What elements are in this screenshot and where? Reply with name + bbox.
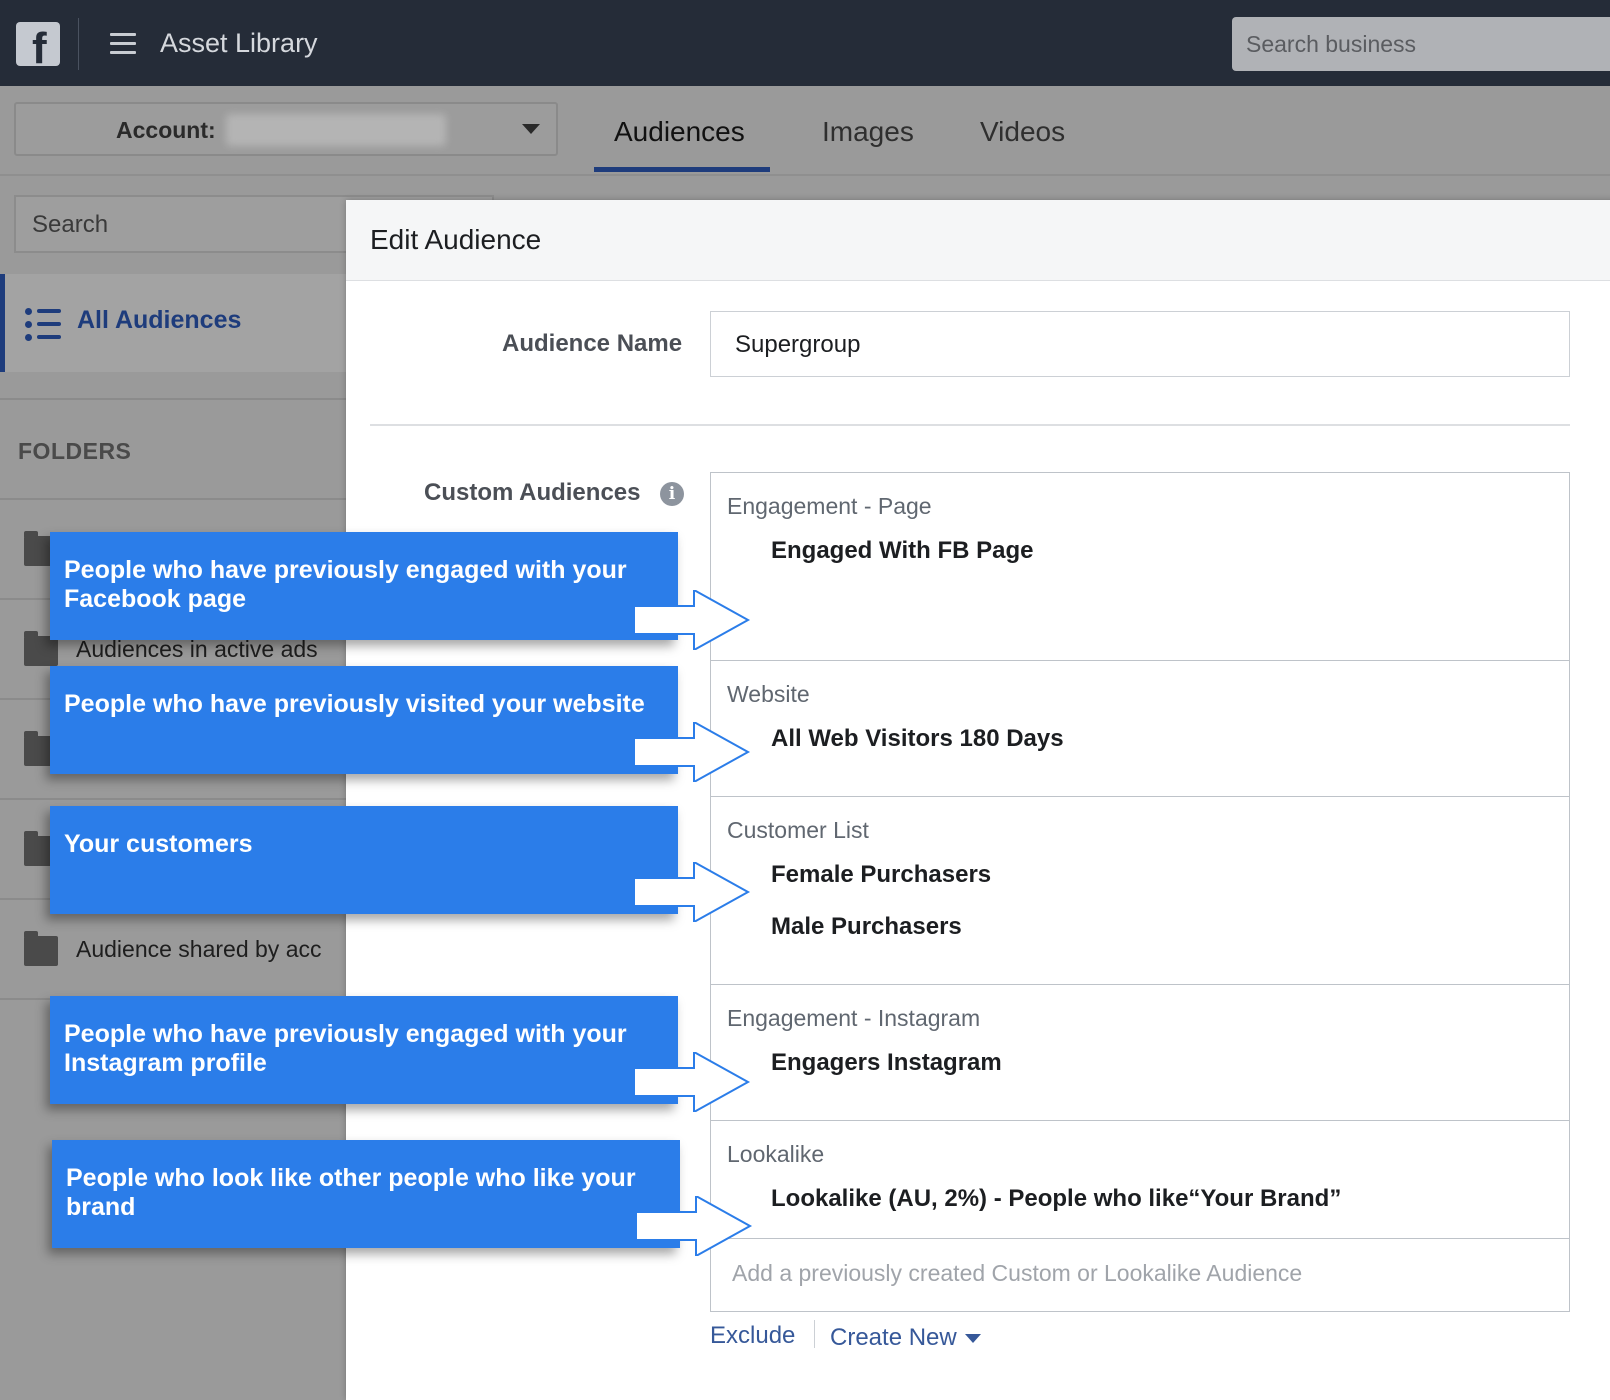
dialog-header: Edit Audience xyxy=(346,200,1610,281)
business-search-input[interactable]: Search business xyxy=(1232,17,1610,71)
audience-item[interactable]: Engaged With FB Page xyxy=(771,537,1033,565)
tab-videos[interactable]: Videos xyxy=(980,116,1065,148)
annotation-callout: People who have previously engaged with … xyxy=(50,532,678,640)
audience-group-category: Engagement - Page xyxy=(727,493,932,519)
audience-item[interactable]: Female Purchasers xyxy=(771,861,991,889)
dialog-title: Edit Audience xyxy=(370,224,542,255)
folder-label: Audience shared by acc xyxy=(76,936,322,962)
create-new-button[interactable]: Create New xyxy=(830,1324,981,1352)
folder-label: Audiences in active ads xyxy=(76,636,318,662)
caret-down-icon xyxy=(964,1334,981,1344)
audience-item[interactable]: All Web Visitors 180 Days xyxy=(771,725,1064,753)
audience-group-category: Lookalike xyxy=(727,1141,825,1167)
hamburger-menu-icon[interactable] xyxy=(110,33,136,55)
audience-group: Engagement - Instagram Engagers Instagra… xyxy=(711,985,1569,1121)
callout-text: People who have previously engaged with … xyxy=(64,556,627,613)
arrow-right-icon xyxy=(634,590,751,650)
list-icon xyxy=(25,306,61,342)
add-audience-input[interactable]: Add a previously created Custom or Looka… xyxy=(732,1260,1302,1287)
audience-group-category: Engagement - Instagram xyxy=(727,1005,981,1031)
annotation-callout: People who have previously visited your … xyxy=(50,666,678,774)
audience-group: Website All Web Visitors 180 Days xyxy=(711,661,1569,797)
audience-name-label: Audience Name xyxy=(502,330,683,357)
divider xyxy=(0,398,346,400)
annotation-callout: People who have previously engaged with … xyxy=(50,996,678,1104)
custom-audiences-list: Engagement - Page Engaged With FB Page W… xyxy=(710,472,1570,1312)
audience-group: Lookalike Lookalike (AU, 2%) - People wh… xyxy=(711,1121,1569,1239)
account-name-redacted xyxy=(226,114,446,146)
audience-item[interactable]: Engagers Instagram xyxy=(771,1049,1002,1077)
header-divider xyxy=(0,174,1610,176)
folder-item[interactable]: Audience shared by acc xyxy=(0,900,346,998)
divider xyxy=(370,424,1570,426)
audience-group: Engagement - Page Engaged With FB Page xyxy=(711,473,1569,661)
callout-text: People who have previously engaged with … xyxy=(64,1020,627,1077)
folder-icon xyxy=(24,931,58,966)
arrow-right-icon xyxy=(634,862,751,922)
callout-text: People who have previously visited your … xyxy=(64,690,645,718)
audience-group-category: Customer List xyxy=(727,817,869,843)
custom-audiences-label: Custom Audiences xyxy=(424,479,641,506)
arrow-right-icon xyxy=(634,1052,751,1112)
folders-heading: FOLDERS xyxy=(18,438,132,464)
audience-group-category: Website xyxy=(727,681,810,707)
exclude-link[interactable]: Exclude xyxy=(710,1322,795,1350)
audience-group: Customer List Female Purchasers Male Pur… xyxy=(711,797,1569,985)
account-selector[interactable]: Account: xyxy=(14,102,558,156)
app-title: Asset Library xyxy=(160,28,318,58)
tab-images[interactable]: Images xyxy=(822,116,914,148)
active-tab-indicator xyxy=(594,167,770,172)
sidebar-item-all-audiences[interactable]: All Audiences xyxy=(0,274,346,372)
audience-name-input[interactable]: Supergroup xyxy=(710,311,1570,377)
divider xyxy=(78,18,79,70)
callout-text: People who look like other people who li… xyxy=(66,1164,636,1221)
audience-item[interactable]: Male Purchasers xyxy=(771,913,962,941)
audience-item[interactable]: Lookalike (AU, 2%) - People who like“You… xyxy=(771,1185,1341,1213)
info-icon[interactable]: i xyxy=(660,482,684,506)
divider xyxy=(814,1320,815,1348)
account-label: Account: xyxy=(116,117,216,143)
arrow-right-icon xyxy=(634,722,751,782)
top-bar: f Asset Library Search business xyxy=(0,0,1610,86)
tab-audiences[interactable]: Audiences xyxy=(614,116,745,148)
sidebar-item-label: All Audiences xyxy=(77,306,242,334)
chevron-down-icon xyxy=(522,124,540,134)
annotation-callout: Your customers xyxy=(50,806,678,914)
folder-icon xyxy=(24,631,58,666)
callout-text: Your customers xyxy=(64,830,253,858)
arrow-right-icon xyxy=(636,1196,753,1256)
annotation-callout: People who look like other people who li… xyxy=(52,1140,680,1248)
facebook-logo-icon[interactable]: f xyxy=(16,22,60,66)
create-new-label: Create New xyxy=(830,1324,957,1351)
